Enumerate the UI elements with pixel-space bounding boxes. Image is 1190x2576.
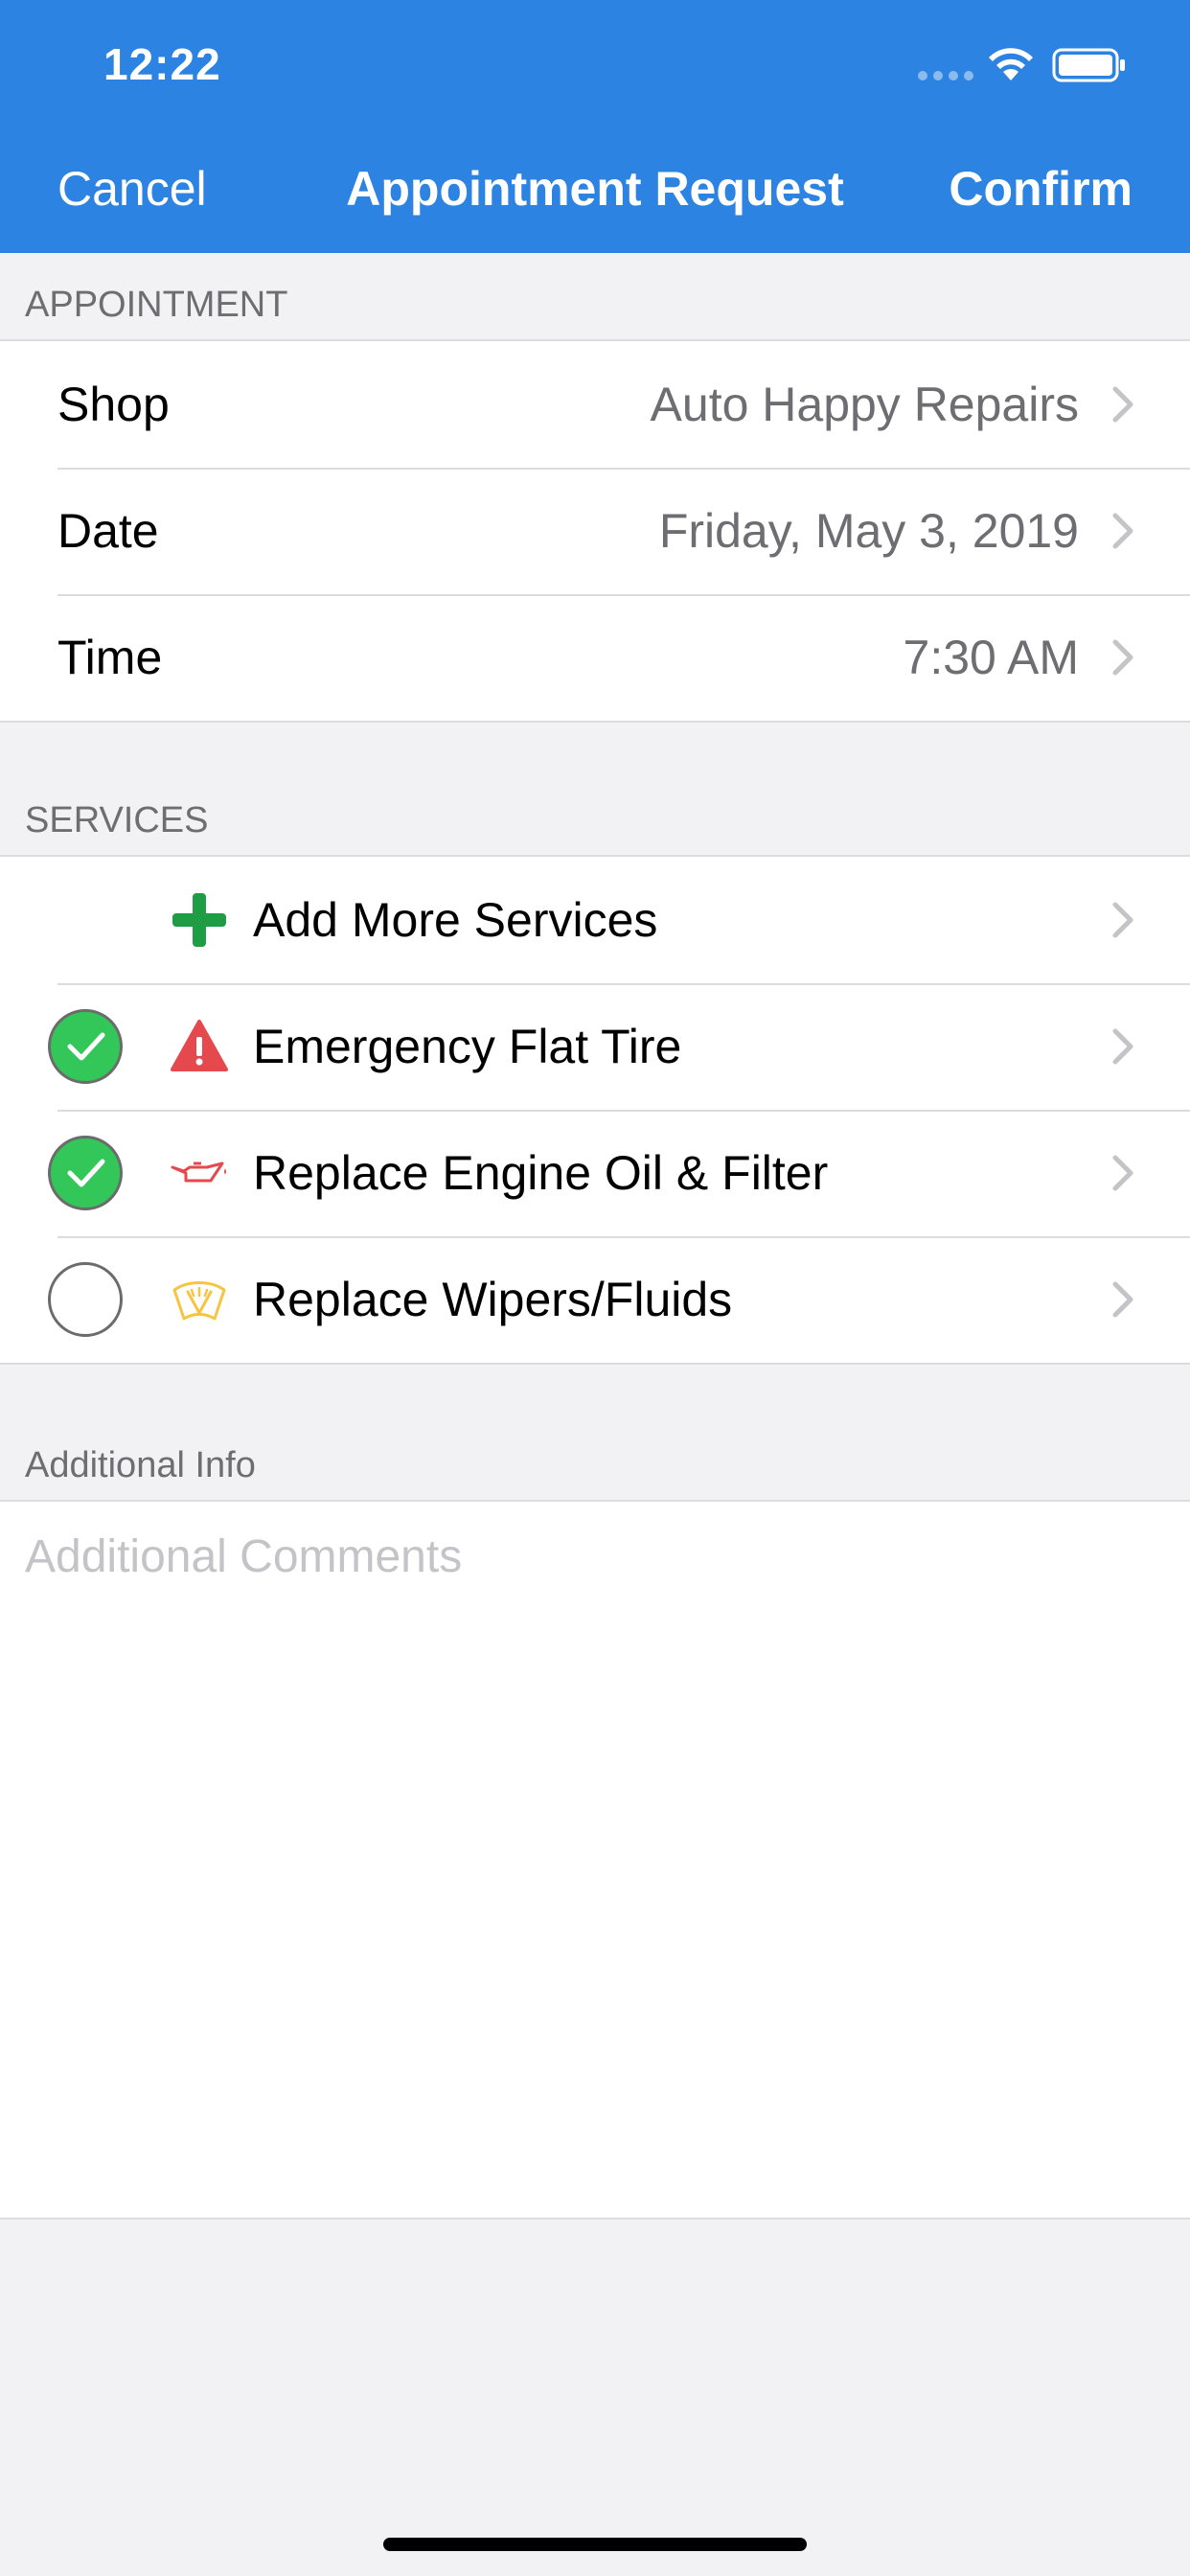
- plus-icon: [172, 893, 226, 947]
- home-indicator[interactable]: [383, 2538, 807, 2551]
- oil-can-icon: [171, 1162, 226, 1183]
- time-label: Time: [57, 631, 163, 684]
- checkmark-icon: [67, 1159, 105, 1187]
- cellular-signal-icon: [918, 71, 973, 80]
- chevron-right-icon: [1112, 639, 1133, 676]
- services-header-label: SERVICES: [25, 800, 209, 840]
- services-section-header: SERVICES: [0, 769, 1190, 855]
- time-value: 7:30 AM: [903, 631, 1079, 684]
- wifi-icon: [989, 48, 1033, 80]
- appointment-section-header: APPOINTMENT: [0, 253, 1190, 339]
- chevron-right-icon: [1112, 1281, 1133, 1318]
- navigation-bar: 12:22 Cancel Appointment Request Confirm: [0, 0, 1190, 253]
- status-time: 12:22: [103, 39, 221, 89]
- time-row[interactable]: Time 7:30 AM: [0, 594, 1190, 721]
- service-checkbox-unchecked[interactable]: [48, 1262, 123, 1337]
- chevron-right-icon: [1112, 1155, 1133, 1191]
- service-label: Emergency Flat Tire: [253, 1020, 682, 1073]
- shop-label: Shop: [57, 378, 170, 431]
- shop-row[interactable]: Shop Auto Happy Repairs: [0, 341, 1190, 468]
- date-row[interactable]: Date Friday, May 3, 2019: [0, 468, 1190, 594]
- date-value: Friday, May 3, 2019: [658, 504, 1079, 558]
- add-more-services-label: Add More Services: [253, 893, 658, 947]
- home-area: [0, 2419, 1190, 2576]
- additional-comments-field[interactable]: [25, 1530, 1156, 2182]
- battery-icon: [1052, 48, 1125, 82]
- confirm-button[interactable]: Confirm: [949, 161, 1133, 217]
- add-more-services-row[interactable]: Add More Services: [0, 857, 1190, 983]
- service-checkbox-checked[interactable]: [48, 1136, 123, 1210]
- service-checkbox-checked[interactable]: [48, 1009, 123, 1084]
- appointment-group: Shop Auto Happy Repairs Date Friday, May…: [0, 339, 1190, 723]
- windshield-wiper-icon: [172, 1281, 226, 1321]
- service-row-wipers-fluids[interactable]: Replace Wipers/Fluids: [0, 1236, 1190, 1363]
- shop-value: Auto Happy Repairs: [650, 378, 1079, 431]
- warning-icon: [171, 1020, 228, 1071]
- checkmark-icon: [67, 1032, 105, 1061]
- additional-comments-container: [0, 1500, 1190, 2220]
- service-row-emergency-flat-tire[interactable]: Emergency Flat Tire: [0, 983, 1190, 1110]
- service-label: Replace Wipers/Fluids: [253, 1273, 733, 1326]
- service-label: Replace Engine Oil & Filter: [253, 1146, 829, 1200]
- additional-info-section-header: Additional Info: [0, 1414, 1190, 1500]
- chevron-right-icon: [1112, 902, 1133, 938]
- cancel-button[interactable]: Cancel: [57, 161, 207, 217]
- services-group: Add More Services Emergency Flat Tire Re…: [0, 855, 1190, 1365]
- additional-info-header-label: Additional Info: [25, 1445, 256, 1485]
- appointment-header-label: APPOINTMENT: [25, 285, 288, 325]
- date-label: Date: [57, 504, 159, 558]
- page-title: Appointment Request: [346, 162, 844, 216]
- chevron-right-icon: [1112, 386, 1133, 423]
- chevron-right-icon: [1112, 513, 1133, 549]
- chevron-right-icon: [1112, 1028, 1133, 1065]
- service-row-engine-oil[interactable]: Replace Engine Oil & Filter: [0, 1110, 1190, 1236]
